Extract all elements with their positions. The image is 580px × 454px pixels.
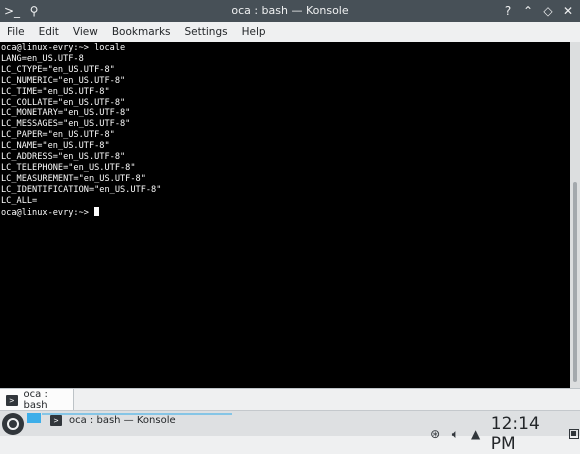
virtual-desktop-pager[interactable]	[27, 413, 41, 423]
volume-icon[interactable]: 🔈︎	[448, 425, 462, 443]
terminal-icon: >	[6, 394, 18, 406]
menu-bookmarks[interactable]: Bookmarks	[105, 22, 178, 42]
terminal-line: LC_ADDRESS="en_US.UTF-8"	[1, 152, 126, 163]
terminal-line: LC_CTYPE="en_US.UTF-8"	[1, 64, 115, 75]
expand-up-icon[interactable]: ▲	[469, 425, 483, 443]
terminal-area[interactable]: oca@linux-evry:~> locale LANG=en_US.UTF-…	[0, 42, 570, 388]
terminal-line: LC_TIME="en_US.UTF-8"	[1, 86, 110, 97]
menu-bar: File Edit View Bookmarks Settings Help	[0, 22, 580, 42]
terminal-line: LC_MESSAGES="en_US.UTF-8"	[1, 119, 131, 130]
terminal-line: LANG=en_US.UTF-8	[1, 53, 84, 64]
terminal-line: LC_MEASUREMENT="en_US.UTF-8"	[1, 173, 146, 184]
application-launcher-icon[interactable]	[2, 413, 24, 435]
menu-view[interactable]: View	[66, 22, 105, 42]
terminal-line: LC_NAME="en_US.UTF-8"	[1, 141, 110, 152]
menu-edit[interactable]: Edit	[32, 22, 66, 42]
updater-icon[interactable]: ⊛	[428, 425, 442, 443]
taskbar-item-label: oca : bash — Konsole	[69, 415, 176, 426]
terminal-line: LC_NUMERIC="en_US.UTF-8"	[1, 75, 126, 86]
system-tray: ⊛ 🔈︎ ▲ 12:14 PM	[428, 414, 580, 454]
terminal-line: LC_TELEPHONE="en_US.UTF-8"	[1, 162, 136, 173]
terminal-cursor	[94, 206, 100, 216]
terminal-line: LC_MONETARY="en_US.UTF-8"	[1, 108, 131, 119]
tab-bar: > oca : bash	[0, 388, 580, 411]
show-desktop-icon[interactable]	[568, 427, 580, 441]
taskbar-item-konsole[interactable]: > oca : bash — Konsole	[50, 415, 176, 426]
taskbar: > oca : bash — Konsole ⊛ 🔈︎ ▲ 12:14 PM	[0, 410, 580, 454]
help-button[interactable]: ?	[500, 3, 516, 19]
tab-oca-bash[interactable]: > oca : bash	[0, 389, 74, 411]
terminal-line: LC_PAPER="en_US.UTF-8"	[1, 130, 115, 141]
terminal-prompt: oca@linux-evry:~>	[1, 207, 95, 218]
menu-help[interactable]: Help	[235, 22, 273, 42]
menu-settings[interactable]: Settings	[178, 22, 235, 42]
vertical-scrollbar[interactable]	[570, 42, 580, 388]
clock[interactable]: 12:14 PM	[491, 414, 562, 454]
terminal-line: oca@linux-evry:~> locale	[1, 43, 126, 53]
scrollbar-thumb[interactable]	[573, 182, 577, 382]
menu-file[interactable]: File	[0, 22, 32, 42]
terminal-line: LC_COLLATE="en_US.UTF-8"	[1, 97, 126, 108]
terminal-line: LC_ALL=	[1, 195, 38, 206]
restore-button[interactable]: ◇	[540, 3, 556, 19]
terminal-line: LC_IDENTIFICATION="en_US.UTF-8"	[1, 184, 162, 195]
title-bar: >_ ⚲ oca : bash — Konsole ? ⌃ ◇ ✕	[0, 0, 580, 22]
minimize-button[interactable]: ⌃	[520, 3, 536, 19]
close-button[interactable]: ✕	[560, 3, 576, 19]
terminal-output: oca@linux-evry:~> locale LANG=en_US.UTF-…	[0, 42, 570, 219]
window-title: oca : bash — Konsole	[231, 4, 349, 17]
tab-label: oca : bash	[23, 389, 48, 411]
konsole-icon: >	[50, 415, 62, 426]
